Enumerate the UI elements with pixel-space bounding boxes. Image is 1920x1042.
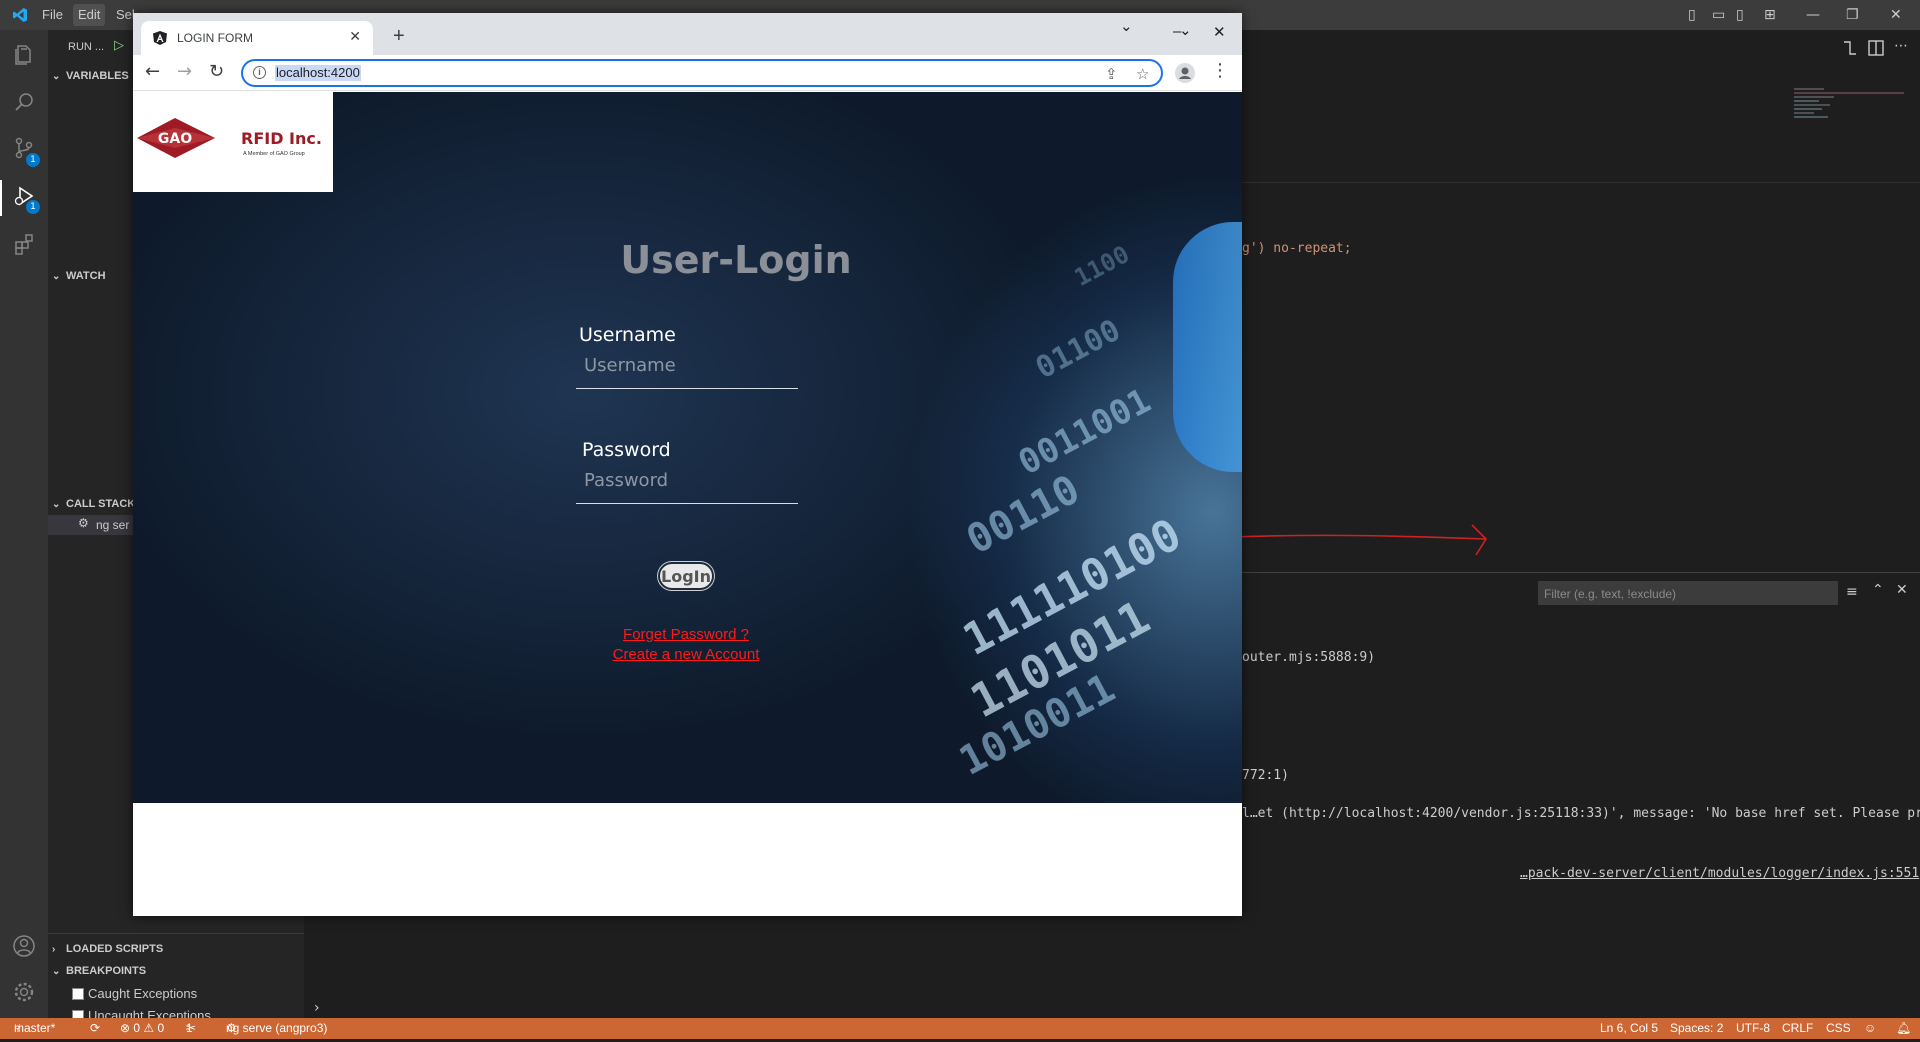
padlock-graphic <box>1173 222 1242 472</box>
page-footer-blank <box>133 803 1242 916</box>
company-logo: GAO RFID Inc. A Member of GAO Group <box>133 92 333 192</box>
console-line[interactable]: l…et (http://localhost:4200/vendor.js:25… <box>1242 806 1920 821</box>
profile-avatar-icon[interactable] <box>1175 63 1195 83</box>
reload-icon[interactable]: ↻ <box>209 63 224 81</box>
compare-changes-icon[interactable] <box>1840 38 1860 58</box>
new-tab-icon[interactable]: + <box>393 25 405 48</box>
chevron-down-icon[interactable]: ⌄ <box>1120 17 1133 35</box>
toggle-sidebar-icon[interactable]: ▯ <box>1688 8 1696 22</box>
caught-exceptions-row[interactable]: Caught Exceptions <box>72 986 197 1001</box>
menu-selection[interactable]: Sel <box>116 7 135 22</box>
minimize-icon[interactable]: — <box>1806 8 1820 22</box>
tab-close-icon[interactable]: ✕ <box>349 29 361 45</box>
explorer-icon[interactable] <box>12 43 36 67</box>
sync-icon[interactable]: ⟳ <box>90 1018 100 1039</box>
account-icon[interactable] <box>12 934 36 958</box>
browser-toolbar: ← → ↻ i localhost:4200 ⇪ ☆ ⋮ <box>133 55 1242 91</box>
language-mode[interactable]: CSS <box>1826 1018 1851 1039</box>
extensions-icon[interactable] <box>12 232 36 256</box>
split-editor-icon[interactable] <box>1866 38 1886 58</box>
angular-favicon-icon <box>153 31 167 45</box>
variables-section-header[interactable]: ⌄ VARIABLES <box>52 70 129 82</box>
loaded-scripts-section-header[interactable]: › LOADED SCRIPTS <box>52 943 163 955</box>
breakpoints-section-header[interactable]: ⌄ BREAKPOINTS <box>52 965 146 977</box>
toggle-panel-icon[interactable]: ▭ <box>1712 8 1725 22</box>
address-bar[interactable]: i localhost:4200 ⇪ ☆ <box>241 59 1163 87</box>
browser-tab[interactable]: LOGIN FORM ✕ <box>141 21 373 55</box>
chevron-down-icon: ⌄ <box>52 271 61 282</box>
chevron-down-icon: ⌄ <box>52 71 61 82</box>
bookmark-star-icon[interactable]: ☆ <box>1136 65 1149 83</box>
call-stack-section-header[interactable]: ⌄ CALL STACK <box>52 498 135 510</box>
activity-bar: 1 1 <box>0 30 48 1018</box>
logo-brand-text: RFID Inc. <box>241 129 322 148</box>
problems-indicator[interactable]: ⊗ 0 ⚠ 0 <box>120 1018 164 1039</box>
more-actions-icon[interactable]: ⋯ <box>1894 38 1908 54</box>
console-line[interactable]: outer.mjs:5888:9) <box>1242 650 1375 665</box>
maximize-panel-icon[interactable]: ⌃ <box>1872 582 1884 598</box>
code-line[interactable]: g') no-repeat; <box>1242 241 1352 256</box>
toggle-aux-bar-icon[interactable]: ▯ <box>1736 8 1744 22</box>
source-control-badge: 1 <box>26 153 40 167</box>
active-indicator <box>0 180 2 216</box>
login-page: 1010011 1101011 111110100 00110 0011001 … <box>133 92 1242 803</box>
logo-sub-text: A Member of GAO Group <box>243 151 305 157</box>
clear-console-icon[interactable]: ≡ <box>1846 584 1858 600</box>
console-line[interactable]: 772:1) <box>1242 768 1289 783</box>
debug-badge: 1 <box>26 200 40 214</box>
encoding[interactable]: UTF-8 <box>1736 1018 1770 1039</box>
username-input[interactable] <box>576 343 798 389</box>
forgot-password-link[interactable]: Forget Password ? <box>536 626 836 643</box>
close-window-icon[interactable]: ✕ <box>1213 23 1226 41</box>
chrome-menu-icon[interactable]: ⋮ <box>1211 62 1229 80</box>
settings-gear-icon[interactable] <box>12 980 36 1004</box>
share-icon[interactable]: ⇪ <box>1105 65 1118 83</box>
restore-icon[interactable]: ❐ <box>1846 8 1859 22</box>
chevron-down-icon: ⌄ <box>52 966 61 977</box>
search-icon[interactable] <box>12 90 36 114</box>
minimize-icon[interactable]: – <box>1173 23 1181 40</box>
cursor-position[interactable]: Ln 6, Col 5 <box>1600 1018 1658 1039</box>
binary-decoration: 01100 <box>1030 312 1127 387</box>
notifications-icon[interactable]: 🔔︎ <box>1896 1018 1911 1039</box>
divider <box>48 933 304 934</box>
watch-section-header[interactable]: ⌄ WATCH <box>52 270 106 282</box>
line-ending[interactable]: CRLF <box>1782 1018 1813 1039</box>
tab-title: LOGIN FORM <box>177 31 254 45</box>
password-input[interactable] <box>576 458 798 504</box>
run-view-title: RUN ... <box>68 41 105 53</box>
back-icon[interactable]: ← <box>145 63 160 81</box>
chevron-down-icon: ⌄ <box>52 499 61 510</box>
create-account-link[interactable]: Create a new Account <box>536 646 836 663</box>
minimap[interactable] <box>1794 86 1904 216</box>
feedback-icon[interactable]: ☺ <box>1864 1018 1876 1039</box>
logo-mark-text: GAO <box>158 131 192 147</box>
status-bar: ⑂ master* ⟳ ⊗ 0 ⚠ 0 ✂ 1 ⚙ ng serve (angp… <box>0 1018 1920 1039</box>
caught-exceptions-checkbox[interactable] <box>72 988 84 1000</box>
vscode-logo-icon <box>13 8 27 22</box>
binary-decoration: 00110 <box>959 466 1088 564</box>
site-info-icon[interactable]: i <box>253 66 266 79</box>
close-panel-icon[interactable]: ✕ <box>1896 582 1908 598</box>
indentation[interactable]: Spaces: 2 <box>1670 1018 1723 1039</box>
logo-image: GAO RFID Inc. A Member of GAO Group <box>137 118 322 158</box>
login-button[interactable]: LogIn <box>658 562 714 590</box>
binary-decoration: 1100 <box>1069 240 1134 292</box>
page-title: User-Login <box>620 238 852 282</box>
url-text[interactable]: localhost:4200 <box>275 65 361 81</box>
binary-decoration: 0011001 <box>1011 380 1158 484</box>
console-source-link[interactable]: …pack-dev-server/client/modules/logger/i… <box>1520 866 1919 881</box>
close-window-icon[interactable]: ✕ <box>1890 8 1902 22</box>
chevron-right-icon: › <box>52 944 56 955</box>
customize-layout-icon[interactable]: ⊞ <box>1764 8 1776 22</box>
start-debugging-icon[interactable]: ▷ <box>114 38 124 53</box>
console-prompt-icon: › <box>314 1000 320 1016</box>
browser-window: LOGIN FORM ✕ + ⌄ ⌄ – ✕ ← → ↻ i localhost… <box>133 13 1242 916</box>
menu-edit[interactable]: Edit <box>73 4 106 26</box>
gear-icon: ⚙ <box>78 516 89 530</box>
forward-icon[interactable]: → <box>177 63 192 81</box>
menu-file[interactable]: File <box>42 7 63 22</box>
tab-strip: LOGIN FORM ✕ + ⌄ ⌄ – ✕ <box>133 13 1242 55</box>
debug-console-filter-input[interactable]: Filter (e.g. text, !exclude) <box>1538 581 1838 605</box>
